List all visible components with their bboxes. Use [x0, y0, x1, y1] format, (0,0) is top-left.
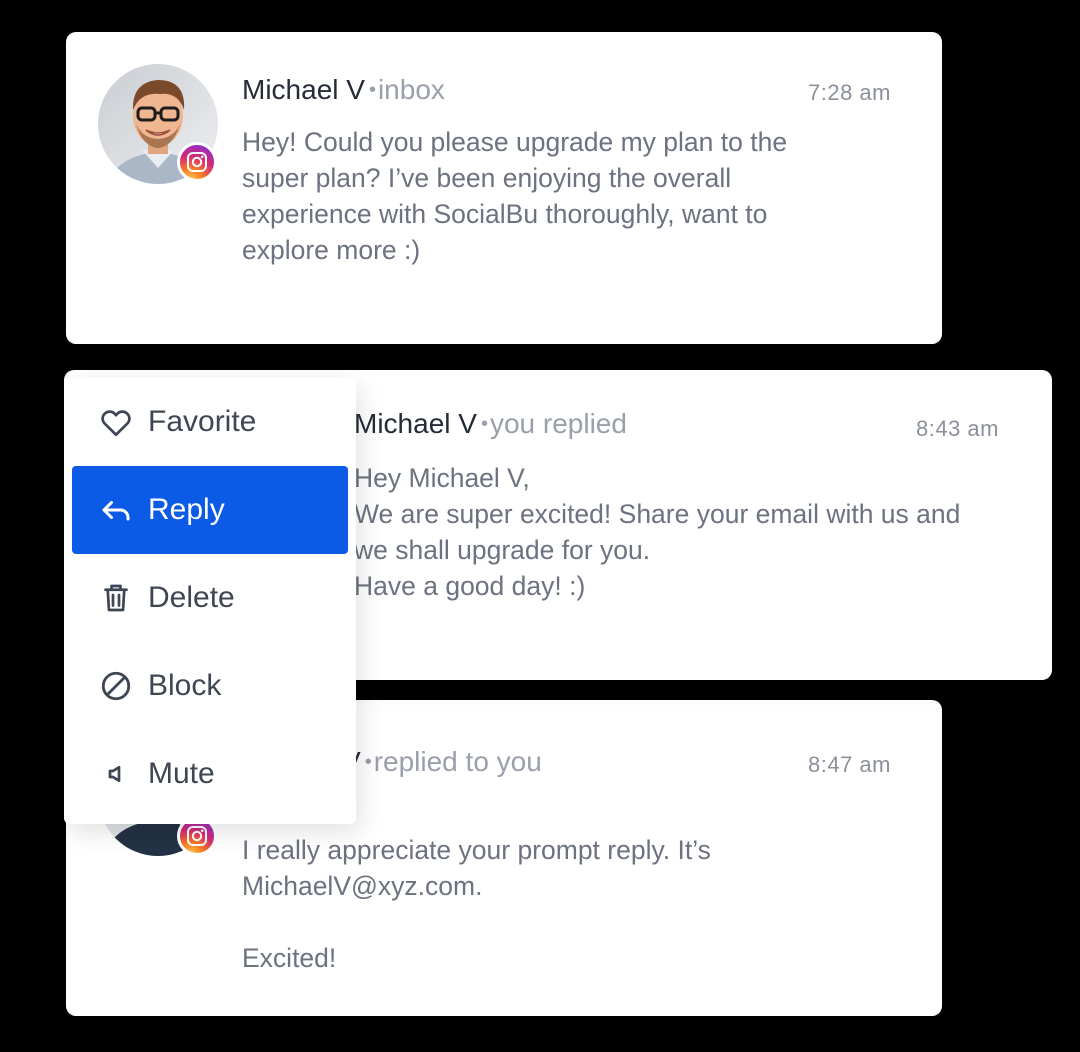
menu-item-label: Block: [148, 669, 222, 702]
message-header: Michael V •you replied: [354, 408, 627, 439]
menu-item-label: Reply: [148, 493, 225, 526]
message-status: replied to you: [373, 746, 542, 777]
heart-icon: [101, 410, 131, 437]
menu-item-delete[interactable]: Delete: [72, 554, 348, 642]
message-context-menu: Favorite Reply Delete Block Mute: [64, 378, 356, 824]
message-time: 8:43 am: [916, 416, 999, 441]
message-status: inbox: [377, 74, 445, 105]
menu-item-favorite[interactable]: Favorite: [72, 378, 348, 466]
reply-arrow-icon: [102, 501, 130, 521]
message-header: Michael V •inbox: [242, 74, 445, 105]
menu-item-mute[interactable]: Mute: [72, 730, 348, 818]
menu-item-block[interactable]: Block: [72, 642, 348, 730]
message-header: V•replied to you: [342, 746, 542, 778]
menu-item-label: Delete: [148, 581, 235, 614]
message-body: Hey! Could you please upgrade my plan to…: [242, 127, 788, 265]
instagram-icon: [177, 142, 217, 182]
message-status: you replied: [489, 408, 627, 439]
message-body: Hey Michael V, We are super excited! Sha…: [354, 463, 961, 601]
block-icon: [101, 671, 131, 701]
message-time: 7:28 am: [808, 80, 891, 105]
menu-item-label: Mute: [148, 757, 215, 790]
speaker-mute-icon: [108, 765, 121, 783]
sender-name: Michael V: [242, 74, 365, 105]
sender-name: Michael V: [354, 408, 477, 439]
trash-icon: [104, 584, 128, 612]
menu-item-reply[interactable]: Reply: [72, 466, 348, 554]
menu-item-label: Favorite: [148, 405, 257, 438]
message-card-inbox[interactable]: Michael V •inbox 7:28 am Hey! Could you p…: [66, 32, 942, 344]
message-time: 8:47 am: [808, 752, 891, 777]
